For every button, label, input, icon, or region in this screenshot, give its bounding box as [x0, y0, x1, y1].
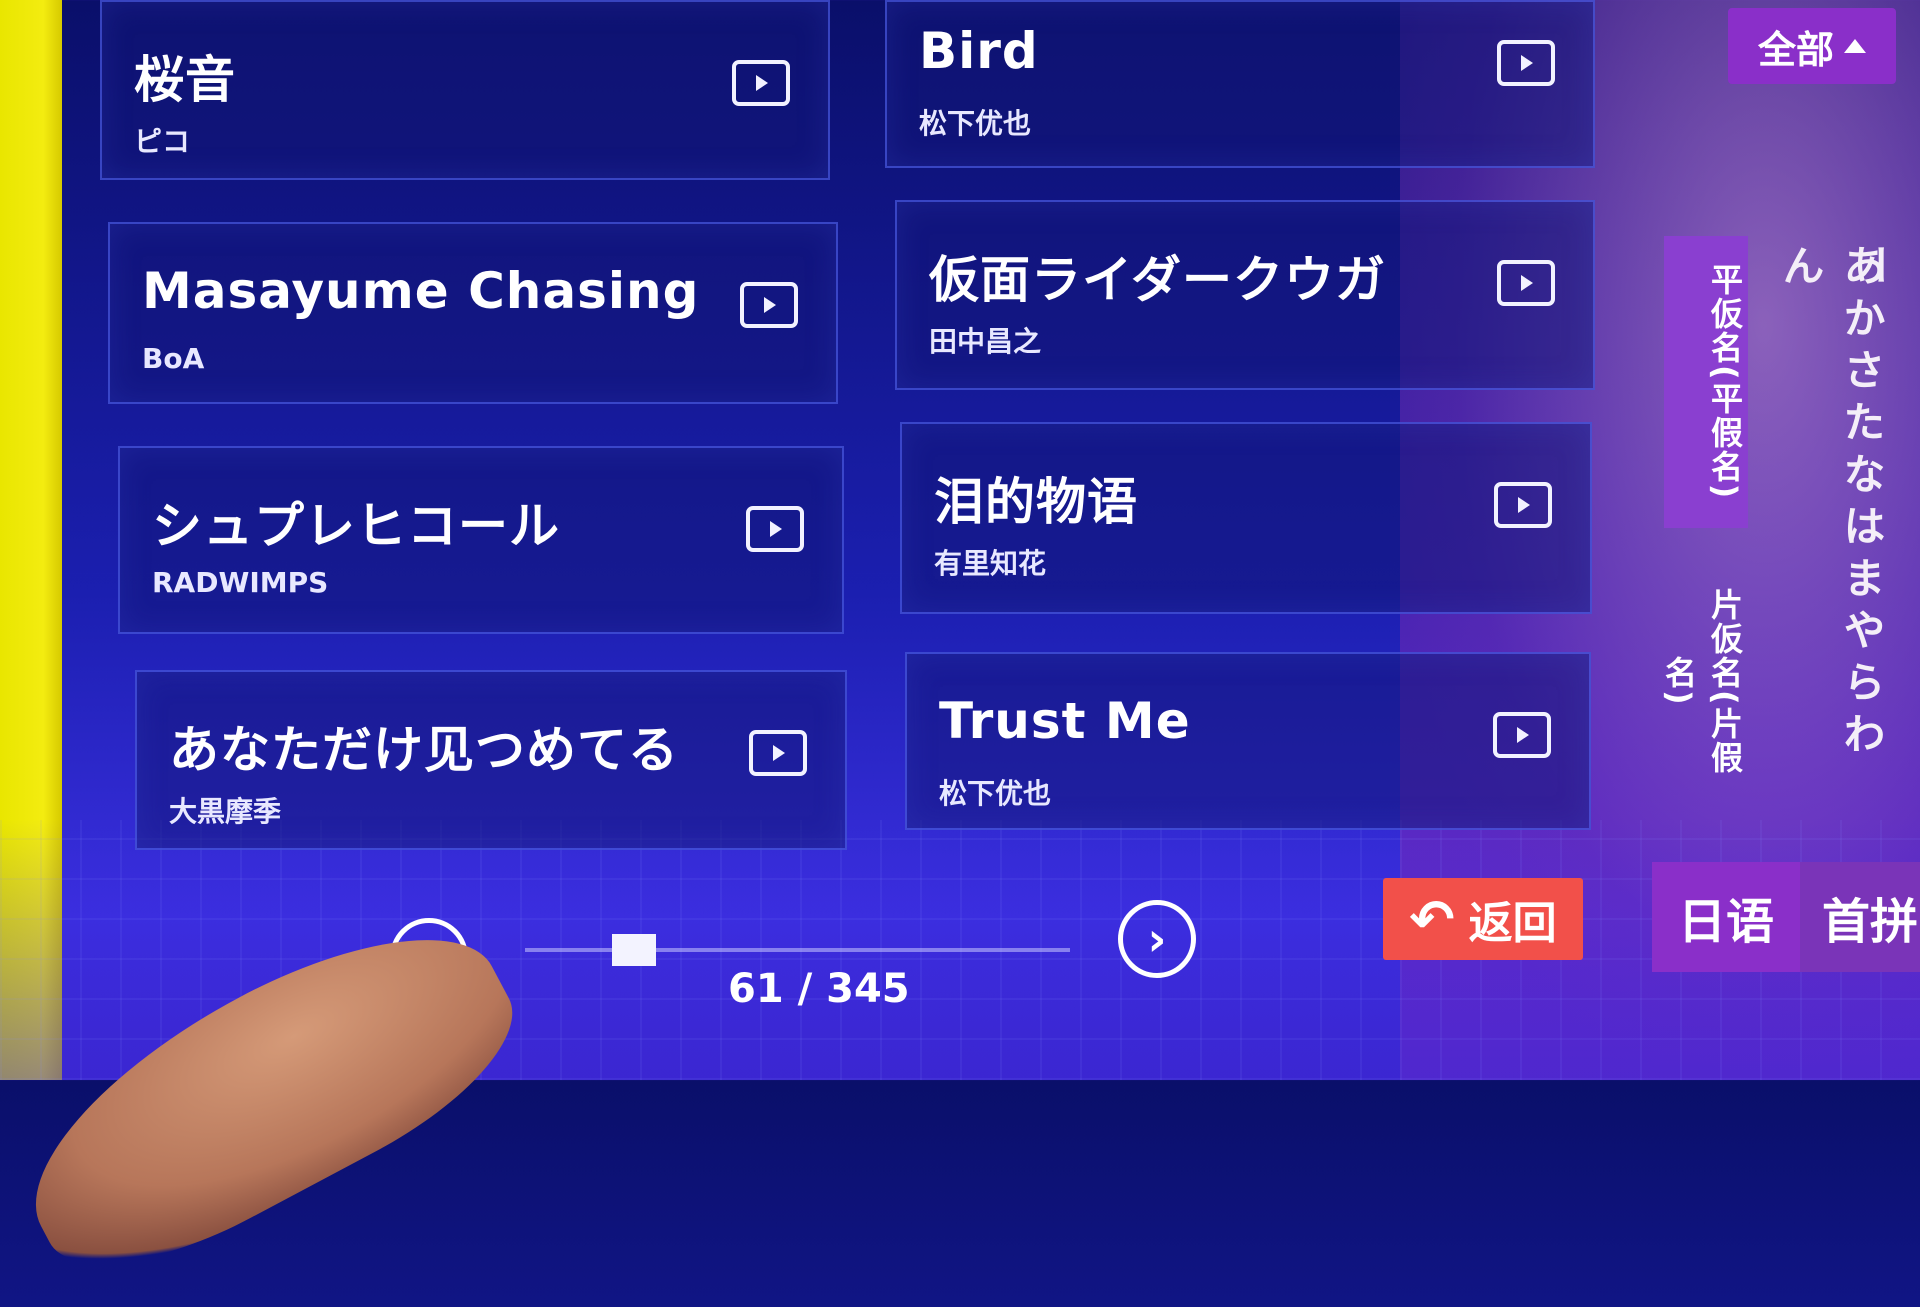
page-progress-track[interactable] [525, 948, 1070, 952]
song-artist: RADWIMPS [152, 566, 329, 599]
kana-index-column-i[interactable]: いきしちにひみ りゐー [1848, 244, 1920, 804]
play-icon[interactable] [746, 506, 804, 552]
play-icon[interactable] [1497, 260, 1555, 306]
caret-up-icon [1844, 39, 1866, 53]
return-arrow-icon: ↶ [1409, 887, 1455, 951]
next-page-button[interactable]: › [1118, 900, 1196, 978]
tab-hiragana[interactable]: 平仮名(平假名) [1664, 236, 1748, 528]
song-title: シュプレヒコール [152, 497, 560, 555]
play-icon[interactable] [749, 730, 807, 776]
tab-katakana[interactable]: 片仮名(片假名) [1660, 556, 1748, 806]
song-title: Trust Me [939, 692, 1191, 750]
song-title: Bird [919, 22, 1039, 80]
tab-initial-pinyin[interactable]: 首拼 [1800, 862, 1920, 972]
song-card[interactable]: 桜音 ピコ [100, 0, 830, 180]
back-button[interactable]: ↶ 返回 [1383, 878, 1583, 960]
tab-japanese[interactable]: 日语 [1652, 862, 1800, 972]
song-artist: 有里知花 [934, 547, 1047, 580]
song-artist: ピコ [134, 125, 191, 158]
song-title: 仮面ライダークウガ [929, 251, 1386, 309]
song-card[interactable]: Trust Me 松下优也 [905, 652, 1591, 830]
song-card[interactable]: シュプレヒコール RADWIMPS [118, 446, 844, 634]
song-artist: 大黒摩季 [169, 795, 282, 828]
play-icon[interactable] [740, 282, 798, 328]
play-icon[interactable] [732, 60, 790, 106]
song-card[interactable]: Masayume Chasing BoA [108, 222, 838, 404]
filter-all-label: 全部 [1757, 27, 1834, 72]
song-card[interactable]: 仮面ライダークウガ 田中昌之 [895, 200, 1595, 390]
play-icon[interactable] [1493, 712, 1551, 758]
song-title: Masayume Chasing [142, 262, 700, 320]
song-artist: 松下优也 [939, 777, 1052, 810]
song-artist: 田中昌之 [929, 325, 1042, 358]
page-progress-thumb[interactable] [612, 934, 656, 966]
song-card[interactable]: 泪的物语 有里知花 [900, 422, 1592, 614]
song-artist: 松下优也 [919, 107, 1032, 140]
play-icon[interactable] [1497, 40, 1555, 86]
song-title: あなただけ见つめてる [169, 721, 679, 779]
back-button-label: 返回 [1468, 898, 1557, 949]
chevron-right-icon: › [1147, 912, 1167, 966]
filter-all-button[interactable]: 全部 [1728, 8, 1896, 84]
song-artist: BoA [142, 342, 205, 375]
page-counter: 61 / 345 [728, 966, 910, 1012]
song-card[interactable]: Bird 松下优也 [885, 0, 1595, 168]
song-card[interactable]: あなただけ见つめてる 大黒摩季 [135, 670, 847, 850]
song-title: 泪的物语 [934, 473, 1138, 531]
play-icon[interactable] [1494, 482, 1552, 528]
song-title: 桜音 [134, 51, 236, 109]
